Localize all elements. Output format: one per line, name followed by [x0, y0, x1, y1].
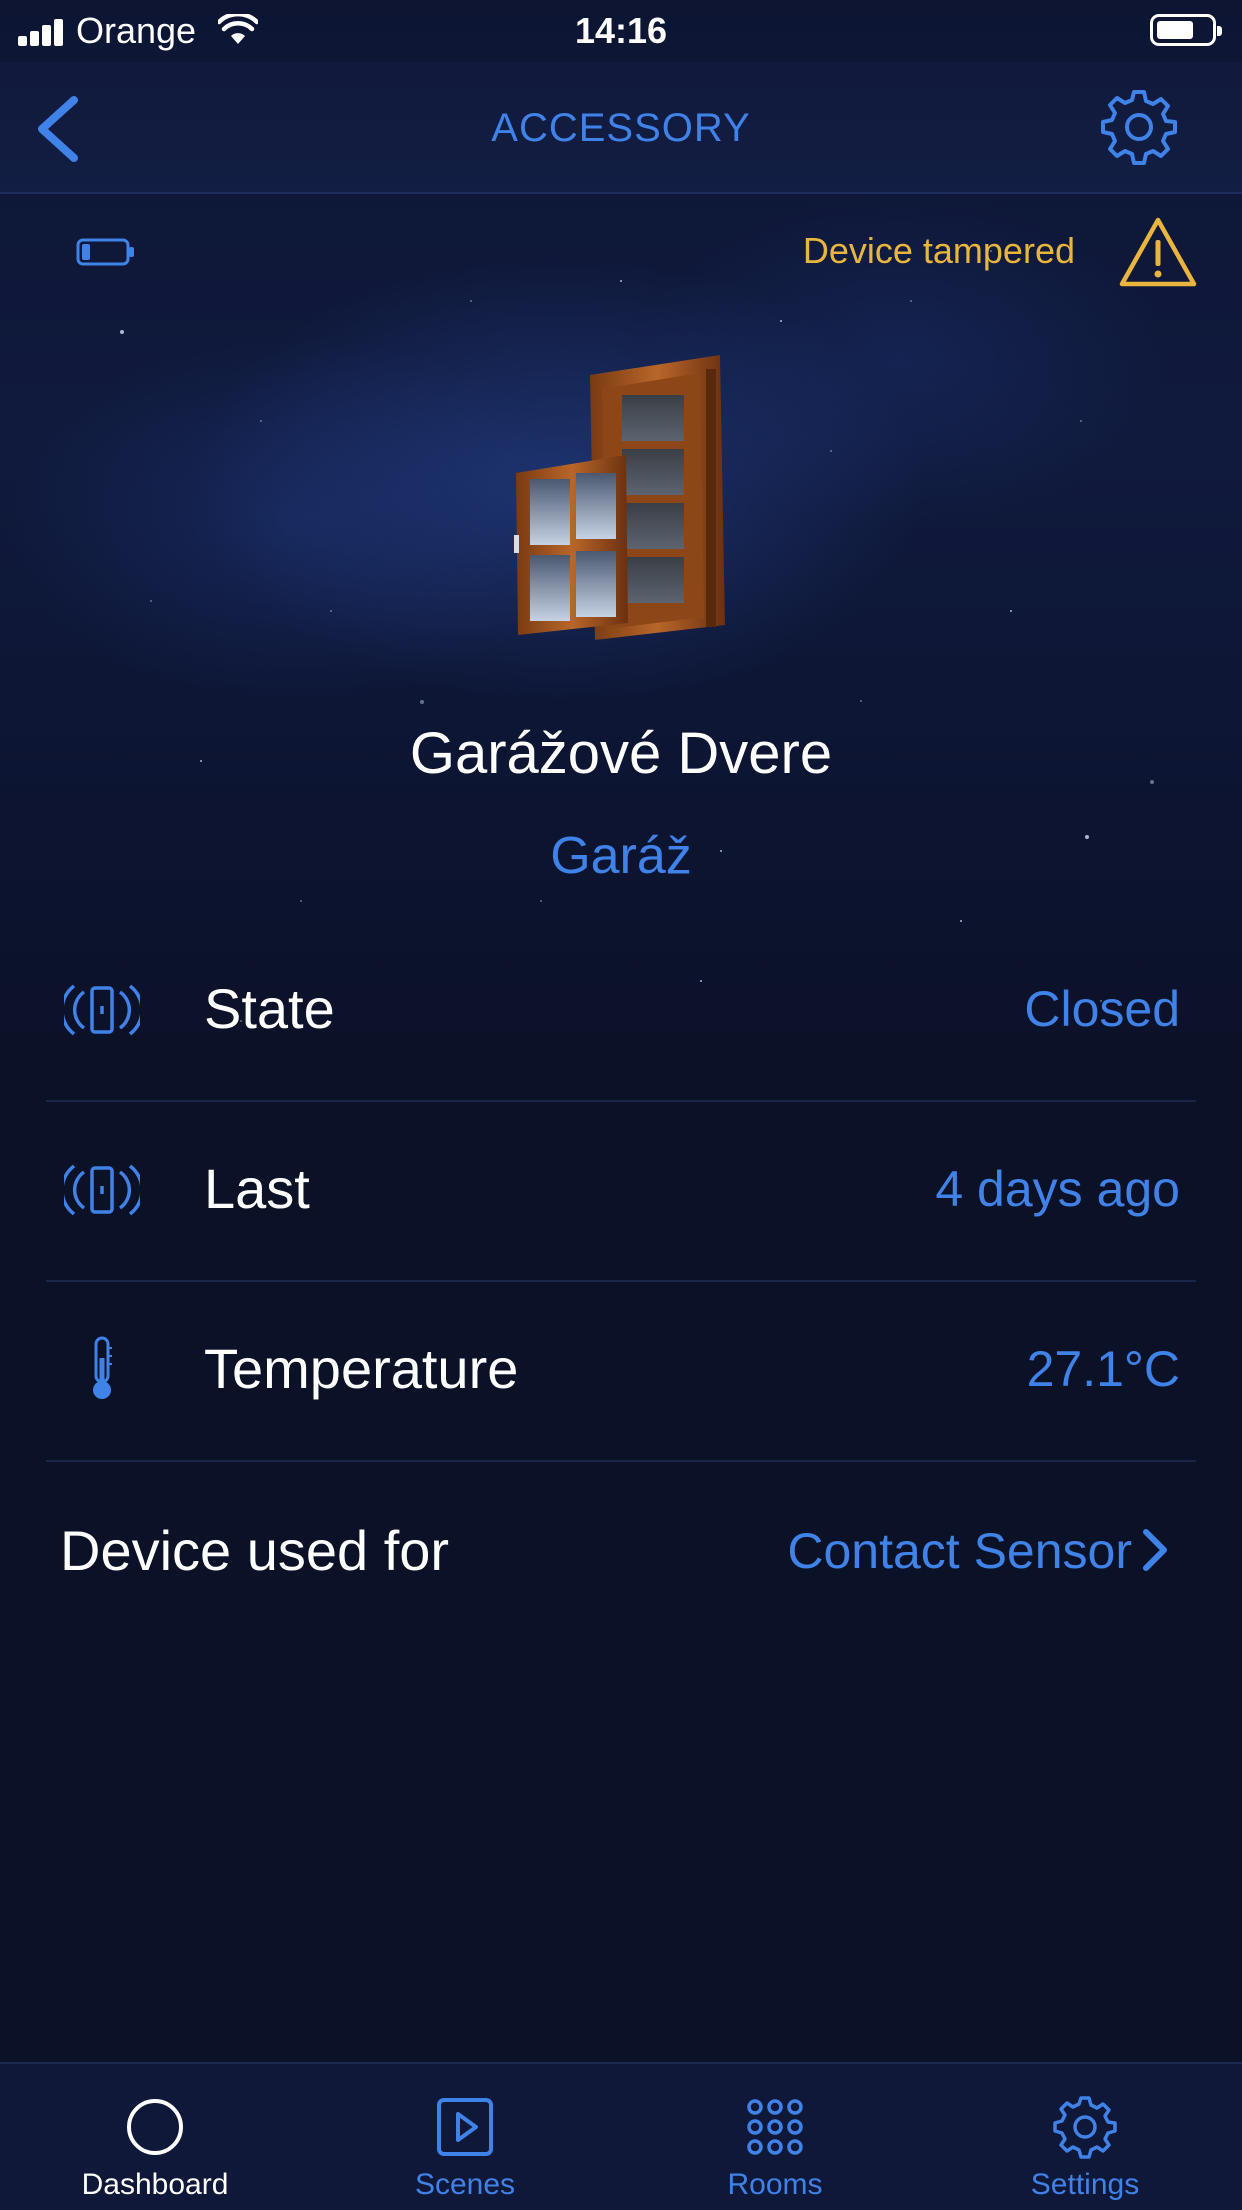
tab-label: Scenes	[414, 2168, 516, 2201]
device-used-for-row[interactable]: Device used for Contact Sensor	[0, 1462, 1242, 1642]
star-decoration	[420, 700, 424, 704]
status-battery-icon	[1150, 14, 1222, 46]
state-label: State	[204, 977, 335, 1040]
temperature-value: 27.1°C	[1026, 1341, 1180, 1397]
nav-bar: ACCESSORY	[0, 62, 1242, 194]
status-bar: Orange 14:16	[0, 0, 1242, 62]
state-row: State Closed	[0, 920, 1242, 1100]
door-window-icon	[514, 355, 725, 640]
star-decoration	[300, 900, 302, 902]
device-name: Garážové Dvere	[409, 721, 833, 786]
tab-settings[interactable]: Settings	[930, 2064, 1240, 2210]
circle-icon	[127, 2099, 183, 2155]
star-decoration	[780, 320, 782, 322]
temperature-row: Temperature 27.1°C	[0, 1280, 1242, 1460]
device-used-for-value[interactable]: Contact Sensor	[787, 1522, 1132, 1580]
state-value: Closed	[1024, 981, 1180, 1037]
device-room-link[interactable]: Garáž	[0, 826, 1242, 886]
temperature-label: Temperature	[204, 1337, 519, 1400]
status-time: 14:16	[574, 10, 668, 51]
accessory-settings-button[interactable]	[1100, 88, 1178, 166]
star-decoration	[1080, 420, 1082, 422]
star-decoration	[150, 600, 152, 602]
thermometer-icon	[93, 1336, 112, 1399]
warning-icon[interactable]	[1118, 216, 1198, 288]
star-decoration	[910, 300, 912, 302]
star-decoration	[620, 280, 622, 282]
star-decoration	[1010, 610, 1012, 612]
star-decoration	[120, 330, 124, 334]
contact-sensor-icon	[64, 1164, 140, 1216]
tab-rooms[interactable]: Rooms	[620, 2064, 930, 2210]
chevron-right-icon[interactable]	[1140, 1528, 1170, 1572]
star-decoration	[330, 610, 332, 612]
device-battery-icon	[76, 238, 134, 266]
star-decoration	[260, 420, 262, 422]
contact-sensor-icon	[64, 984, 140, 1036]
device-used-for-label: Device used for	[60, 1519, 450, 1582]
star-decoration	[470, 300, 472, 302]
tab-label: Dashboard	[81, 2168, 229, 2201]
tab-label: Settings	[1030, 2168, 1140, 2201]
grid-dots-icon	[747, 2099, 803, 2155]
tab-label: Rooms	[727, 2168, 823, 2201]
star-decoration	[830, 450, 832, 452]
play-square-icon	[437, 2098, 493, 2156]
last-row: Last 4 days ago	[0, 1100, 1242, 1280]
page-title: ACCESSORY	[491, 106, 751, 150]
gear-icon	[1101, 90, 1177, 165]
tamper-warning-text: Device tampered	[802, 230, 1075, 271]
last-label: Last	[204, 1157, 310, 1220]
tab-dashboard[interactable]: Dashboard	[0, 2064, 310, 2210]
last-value: 4 days ago	[935, 1161, 1180, 1217]
tab-bar: Dashboard Scenes Rooms Settings	[0, 2062, 1242, 2210]
tab-scenes[interactable]: Scenes	[310, 2064, 620, 2210]
star-decoration	[540, 900, 542, 902]
gear-icon	[1053, 2096, 1117, 2159]
star-decoration	[860, 700, 862, 702]
